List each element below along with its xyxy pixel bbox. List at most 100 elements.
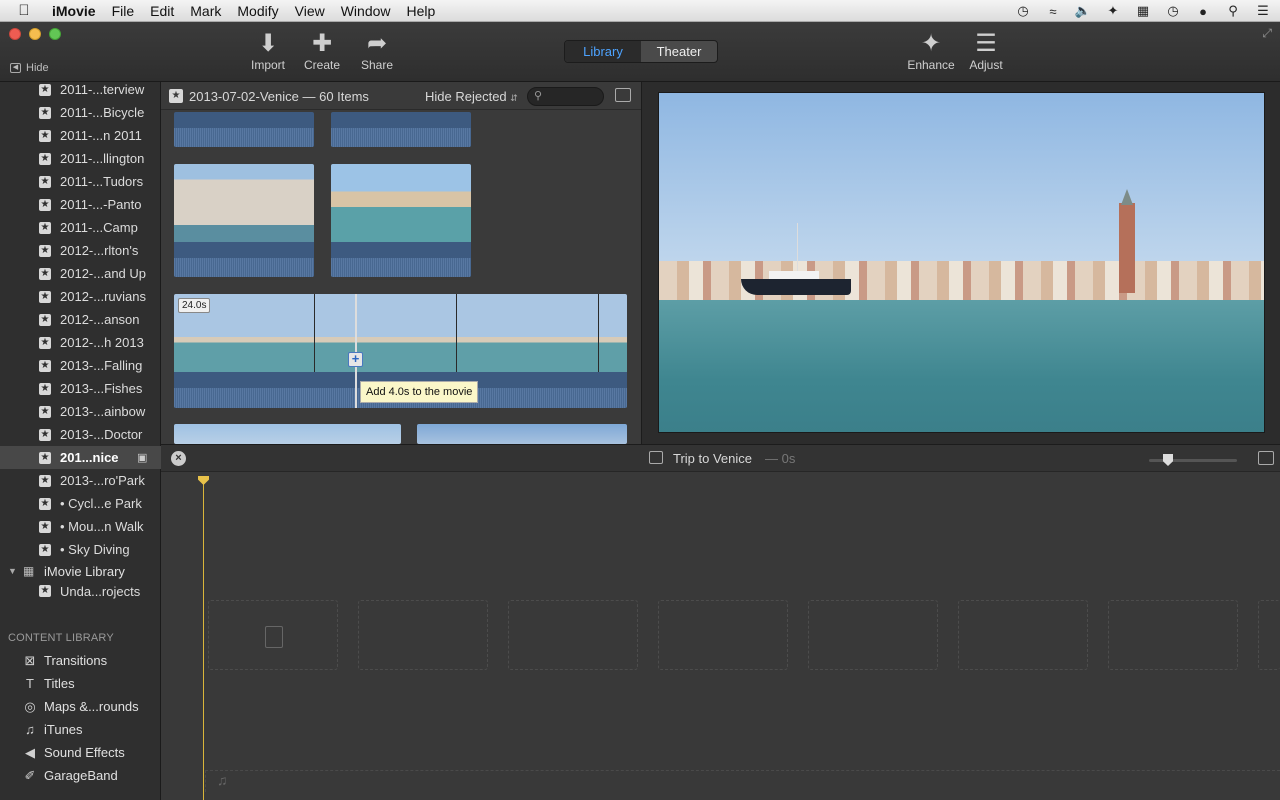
library-grid-icon: ▦ bbox=[23, 564, 35, 578]
sliders-icon: ☰ bbox=[975, 30, 997, 57]
sidebar-event-item[interactable]: ★ 2013-...Falling bbox=[0, 354, 161, 377]
titles-icon: T bbox=[26, 676, 34, 691]
content-library-item[interactable]: ♫ iTunes bbox=[0, 719, 161, 741]
content-library-item[interactable]: ◎ Maps &...rounds bbox=[0, 696, 161, 718]
clip-thumbnail[interactable] bbox=[417, 424, 627, 444]
volume-icon[interactable]: 🔈 bbox=[1074, 3, 1092, 19]
time-machine-icon[interactable]: ◷ bbox=[1014, 3, 1032, 19]
close-project-icon[interactable]: × bbox=[171, 451, 186, 466]
filter-popup[interactable]: Hide Rejected ⇵ bbox=[425, 89, 518, 104]
sidebar-event-item[interactable]: ★ 2012-...ruvians bbox=[0, 285, 161, 308]
menu-view[interactable]: View bbox=[287, 0, 333, 22]
sidebar-event-label: 2013-...Fishes bbox=[60, 381, 143, 396]
timeline-playhead[interactable] bbox=[203, 478, 204, 800]
sidebar-event-item[interactable]: ★ 2012-...and Up bbox=[0, 262, 161, 285]
zoom-window-button[interactable] bbox=[49, 28, 61, 40]
event-list[interactable]: ★ 2011-...terview ★ 2011-...Bicycle ★ 2011-..… bbox=[0, 82, 161, 600]
keyboard-icon[interactable]: ▦ bbox=[1134, 3, 1152, 19]
library-label: iMovie Library bbox=[44, 563, 125, 579]
adjust-button[interactable]: ☰ Adjust bbox=[956, 30, 1016, 72]
sidebar-event-item[interactable]: ★ 2012-...rlton's bbox=[0, 239, 161, 262]
content-library-label: Titles bbox=[44, 676, 75, 691]
share-button[interactable]: ➦ Share bbox=[347, 30, 407, 72]
content-library-item[interactable]: ✐ GarageBand bbox=[0, 765, 161, 787]
menu-window[interactable]: Window bbox=[333, 0, 399, 22]
sidebar-event-item[interactable]: ★ • Sky Diving bbox=[0, 538, 161, 561]
clip-thumbnail[interactable] bbox=[174, 112, 314, 147]
toolbar: ◀ Hide ⬇ Import ✚ Create ➦ Share Library… bbox=[0, 22, 1280, 82]
fullscreen-icon[interactable]: ⤢ bbox=[1262, 26, 1272, 41]
timeline[interactable]: ♫ bbox=[161, 472, 1280, 800]
event-star-icon: ★ bbox=[39, 129, 51, 142]
clip-thumbnail[interactable] bbox=[174, 424, 401, 444]
app-menu[interactable]: iMovie bbox=[48, 0, 104, 22]
playhead-handle[interactable] bbox=[198, 476, 209, 485]
hide-sidebar-button[interactable]: ◀ Hide bbox=[10, 62, 49, 74]
search-field[interactable]: ⚲ bbox=[527, 87, 604, 106]
preview-water bbox=[659, 300, 1264, 432]
event-star-icon: ★ bbox=[39, 585, 51, 597]
bluetooth-icon[interactable]: ✦ bbox=[1104, 3, 1122, 19]
menu-mark[interactable]: Mark bbox=[182, 0, 229, 22]
add-to-movie-button[interactable]: + bbox=[348, 352, 363, 367]
sidebar-event-item[interactable]: ★ 2011-...Camp bbox=[0, 216, 161, 239]
timeline-settings-icon[interactable] bbox=[1258, 451, 1274, 465]
menu-modify[interactable]: Modify bbox=[229, 0, 286, 22]
wifi-icon[interactable]: ≈ bbox=[1044, 4, 1062, 19]
event-star-icon: ★ bbox=[39, 336, 51, 349]
sidebar-event-item[interactable]: ★ 2011-...-Panto bbox=[0, 193, 161, 216]
sidebar-event-item[interactable]: ★ 2013-...Fishes bbox=[0, 377, 161, 400]
content-library-item[interactable]: T Titles bbox=[0, 673, 161, 695]
sidebar-event-item[interactable]: ★ 2013-...ainbow bbox=[0, 400, 161, 423]
tab-theater[interactable]: Theater bbox=[641, 41, 717, 62]
clip-thumbnail[interactable] bbox=[174, 164, 314, 277]
event-star-icon: ★ bbox=[39, 543, 51, 556]
minimize-window-button[interactable] bbox=[29, 28, 41, 40]
transitions-icon: ⊠ bbox=[24, 653, 36, 668]
sidebar-event-item[interactable]: ★ 2013-...ro'Park bbox=[0, 469, 161, 492]
clock-icon[interactable]: ◷ bbox=[1164, 3, 1182, 19]
video-preview[interactable] bbox=[658, 92, 1265, 433]
menu-help[interactable]: Help bbox=[399, 0, 444, 22]
import-button[interactable]: ⬇ Import bbox=[238, 30, 298, 72]
duration-badge: 24.0s bbox=[178, 298, 211, 313]
content-library-item[interactable]: ◀ Sound Effects bbox=[0, 742, 161, 764]
project-bar: × Trip to Venice — 0s bbox=[161, 444, 1280, 472]
sidebar-event-item[interactable]: ★ 2011-...n 2011 bbox=[0, 124, 161, 147]
sidebar-event-item[interactable]: ★ • Mou...n Walk bbox=[0, 515, 161, 538]
user-icon[interactable]: ● bbox=[1194, 4, 1212, 19]
create-button[interactable]: ✚ Create bbox=[292, 30, 352, 72]
tab-library[interactable]: Library bbox=[565, 41, 641, 62]
clip-appearance-icon[interactable] bbox=[615, 88, 631, 102]
close-window-button[interactable] bbox=[9, 28, 21, 40]
content-library-item[interactable]: ⊠ Transitions bbox=[0, 650, 161, 672]
library-theater-switch: Library Theater bbox=[564, 40, 718, 63]
sidebar-event-item[interactable]: ★ 2012-...anson bbox=[0, 308, 161, 331]
menu-edit[interactable]: Edit bbox=[142, 0, 182, 22]
enhance-button[interactable]: ✦ Enhance bbox=[901, 30, 961, 72]
apple-menu-icon[interactable]:  bbox=[0, 2, 48, 19]
sidebar-item-imovie-library[interactable]: ▼ ▦ iMovie Library bbox=[0, 560, 161, 582]
zoom-slider[interactable] bbox=[1149, 459, 1237, 462]
zoom-slider-knob[interactable] bbox=[1163, 454, 1173, 466]
content-library-label: GarageBand bbox=[44, 768, 118, 783]
sidebar-event-label: 2012-...and Up bbox=[60, 266, 147, 281]
sidebar-event-item[interactable]: ★ 2013-...Doctor bbox=[0, 423, 161, 446]
sidebar-event-item[interactable]: ★ 2012-...h 2013 bbox=[0, 331, 161, 354]
sidebar-event-item[interactable]: ★ 201...nice ▣ bbox=[0, 446, 161, 469]
sidebar-project-item[interactable]: ★ Unda...rojects bbox=[0, 583, 161, 599]
sidebar-event-item[interactable]: ★ 2011-...llington bbox=[0, 147, 161, 170]
sidebar-event-item[interactable]: ★ 2011-...Bicycle bbox=[0, 101, 161, 124]
menu-file[interactable]: File bbox=[104, 0, 143, 22]
sidebar-event-item[interactable]: ★ 2011-...Tudors bbox=[0, 170, 161, 193]
clip-thumbnail[interactable] bbox=[331, 112, 471, 147]
event-star-icon: ★ bbox=[39, 267, 51, 280]
notification-center-icon[interactable]: ☰ bbox=[1254, 3, 1272, 19]
spotlight-icon[interactable]: ⚲ bbox=[1224, 3, 1242, 19]
filter-label: Hide Rejected bbox=[425, 89, 507, 104]
music-well[interactable] bbox=[205, 770, 1280, 792]
clip-thumbnail[interactable] bbox=[331, 164, 471, 277]
sidebar-event-item[interactable]: ★ • Cycl...e Park bbox=[0, 492, 161, 515]
sidebar-event-item[interactable]: ★ 2011-...terview bbox=[0, 82, 161, 101]
disclosure-triangle-icon[interactable]: ▼ bbox=[8, 566, 17, 576]
